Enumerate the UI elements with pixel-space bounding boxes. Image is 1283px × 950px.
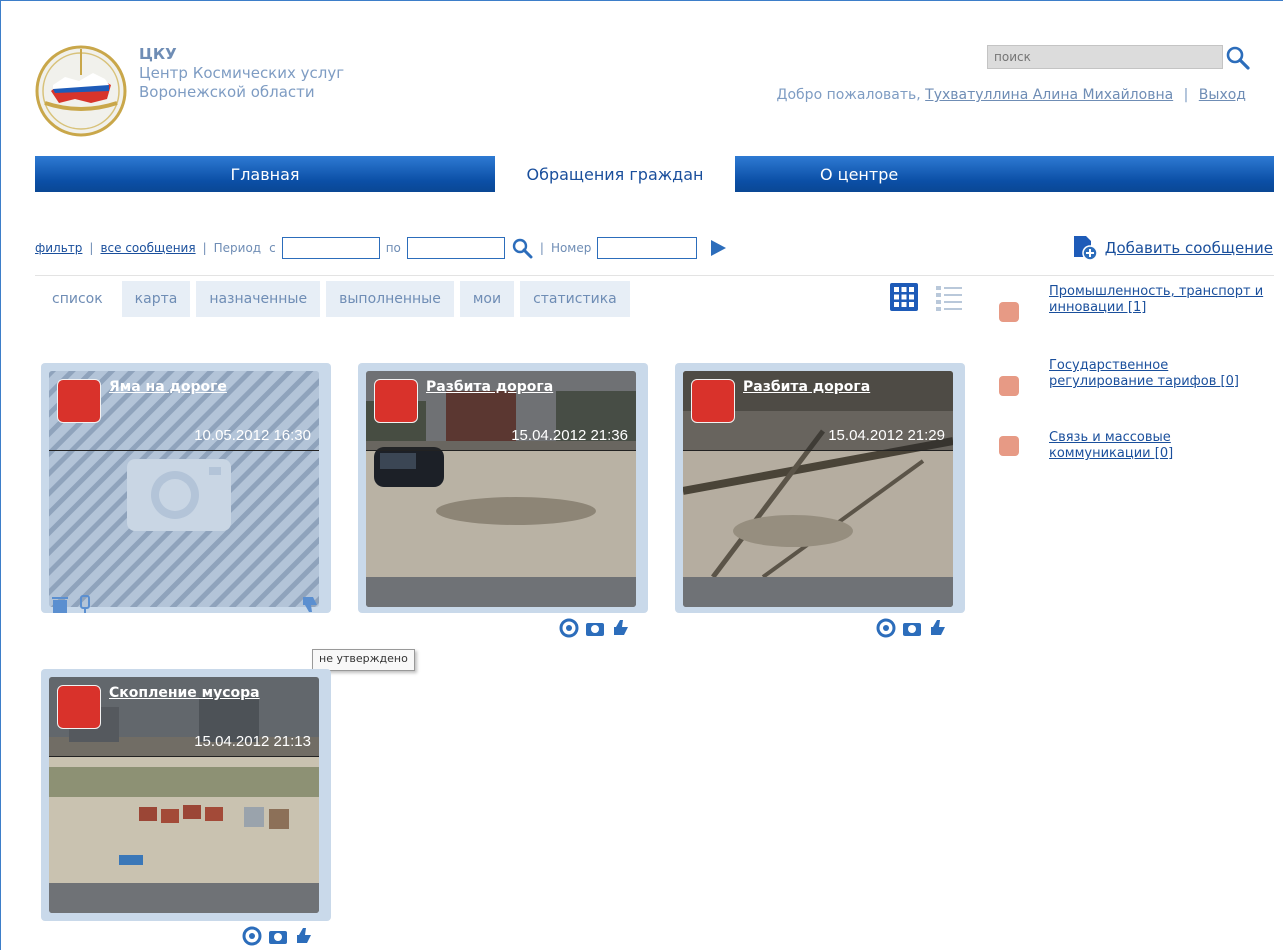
- divider: |: [202, 241, 207, 255]
- period-from-label: с: [269, 241, 276, 255]
- tab-completed[interactable]: выполненные: [326, 281, 454, 317]
- card-body: Скопление мусора 15.04.2012 21:13: [49, 677, 319, 913]
- period-label: Период: [213, 241, 262, 255]
- nav-about[interactable]: О центре: [735, 156, 1274, 192]
- add-message-button[interactable]: Добавить сообщение: [1071, 235, 1273, 261]
- add-document-icon: [1073, 236, 1098, 261]
- search-icon[interactable]: [511, 237, 533, 259]
- add-message-label[interactable]: Добавить сообщение: [1105, 239, 1273, 257]
- period-to-input[interactable]: [406, 237, 505, 259]
- brand-block: ЦКУ Центр Космических услуг Воронежской …: [139, 45, 344, 102]
- category-item[interactable]: Государственное регулирование тарифов [0…: [999, 358, 1269, 422]
- thumbs-up-icon[interactable]: [927, 617, 949, 639]
- card-header: Разбита дорога 15.04.2012 21:36: [366, 371, 636, 451]
- document-icon: [999, 376, 1019, 396]
- category-link[interactable]: Государственное регулирование тарифов [0…: [1049, 358, 1239, 389]
- period-from-input[interactable]: [281, 237, 380, 259]
- message-card[interactable]: Разбита дорога 15.04.2012 21:29: [675, 363, 965, 638]
- pin-icon[interactable]: [75, 593, 97, 615]
- tv-icon: [999, 436, 1019, 456]
- page-frame: ЦКУ Центр Космических услуг Воронежской …: [0, 0, 1283, 950]
- card-actions: [558, 617, 632, 639]
- card-title[interactable]: Скопление мусора: [109, 685, 260, 701]
- divider: |: [1183, 87, 1189, 103]
- card-actions: [241, 925, 315, 947]
- card-title[interactable]: Яма на дороге: [109, 379, 227, 395]
- garbage-icon: [57, 685, 101, 729]
- main-nav: Главная Обращения граждан О центре: [35, 156, 1274, 192]
- brand-line-2: Воронежской области: [139, 83, 315, 101]
- divider: [35, 275, 1274, 276]
- thumbs-down-icon[interactable]: [299, 593, 321, 615]
- filter-link[interactable]: фильтр: [35, 241, 82, 255]
- card-header: Разбита дорога 15.04.2012 21:29: [683, 371, 953, 451]
- welcome-bar: Добро пожаловать, Тухватуллина Алина Мих…: [777, 87, 1246, 103]
- thumbs-up-icon[interactable]: [610, 617, 632, 639]
- divider: |: [539, 241, 544, 255]
- play-arrow-icon[interactable]: [709, 239, 727, 257]
- card-footer: [683, 577, 953, 607]
- card-body: Разбита дорога 15.04.2012 21:36: [366, 371, 636, 607]
- card-title[interactable]: Разбита дорога: [426, 379, 553, 395]
- nav-home[interactable]: Главная: [35, 156, 495, 192]
- road-icon: [374, 379, 418, 423]
- all-messages-link[interactable]: все сообщения: [100, 241, 195, 255]
- grid-view-icon[interactable]: [890, 283, 918, 311]
- card-title[interactable]: Разбита дорога: [743, 379, 870, 395]
- search-input[interactable]: [987, 45, 1223, 69]
- user-profile-link[interactable]: Тухватуллина Алина Михайловна: [925, 87, 1173, 103]
- card-header: Яма на дороге 10.05.2012 16:30: [49, 371, 319, 451]
- card-footer: [366, 577, 636, 607]
- tab-map[interactable]: карта: [121, 281, 191, 317]
- number-label: Номер: [550, 241, 592, 255]
- car-service-icon: [57, 379, 101, 423]
- category-list: Промышленность, транспорт и инновации [1…: [999, 284, 1269, 470]
- number-input[interactable]: [597, 237, 698, 259]
- list-view-icon[interactable]: [934, 283, 964, 313]
- card-actions: [49, 593, 97, 615]
- category-item[interactable]: Связь и массовые коммуникации [0]: [999, 430, 1269, 462]
- card-body: Разбита дорога 15.04.2012 21:29: [683, 371, 953, 607]
- card-header: Скопление мусора 15.04.2012 21:13: [49, 677, 319, 757]
- thumbs-up-icon[interactable]: [293, 925, 315, 947]
- camera-icon[interactable]: [901, 617, 923, 639]
- card-footer: [49, 883, 319, 913]
- message-card[interactable]: Скопление мусора 15.04.2012 21:13: [41, 669, 331, 946]
- camera-icon[interactable]: [584, 617, 606, 639]
- message-card[interactable]: Разбита дорога 15.04.2012 21:36: [358, 363, 648, 638]
- target-icon[interactable]: [875, 617, 897, 639]
- logo-emblem: [35, 45, 127, 137]
- road-icon: [691, 379, 735, 423]
- card-date: 10.05.2012 16:30: [194, 427, 311, 444]
- target-icon[interactable]: [558, 617, 580, 639]
- target-icon[interactable]: [241, 925, 263, 947]
- search-icon[interactable]: [1225, 45, 1251, 71]
- tab-list[interactable]: список: [39, 281, 116, 317]
- period-to-label: по: [385, 241, 401, 255]
- category-item[interactable]: Промышленность, транспорт и инновации [1…: [999, 284, 1269, 350]
- divider: |: [89, 241, 94, 255]
- camera-icon[interactable]: [267, 925, 289, 947]
- view-tabs: список карта назначенные выполненные мои…: [39, 281, 630, 317]
- tooltip: не утверждено: [312, 649, 415, 671]
- nav-citizen-requests[interactable]: Обращения граждан: [495, 156, 735, 192]
- welcome-greeting: Добро пожаловать,: [776, 87, 921, 103]
- brand-line-1: Центр Космических услуг: [139, 64, 345, 82]
- logout-link[interactable]: Выход: [1199, 87, 1246, 103]
- industry-icon: [999, 302, 1019, 322]
- category-link[interactable]: Промышленность, транспорт и инновации [1…: [1049, 284, 1263, 315]
- category-link[interactable]: Связь и массовые коммуникации [0]: [1049, 430, 1173, 461]
- card-date: 15.04.2012 21:13: [194, 733, 311, 750]
- message-card[interactable]: Яма на дороге 10.05.2012 16:30: [41, 363, 331, 613]
- tab-assigned[interactable]: назначенные: [196, 281, 321, 317]
- card-body: Яма на дороге 10.05.2012 16:30: [49, 371, 319, 607]
- tab-statistics[interactable]: статистика: [520, 281, 630, 317]
- trash-icon[interactable]: [49, 593, 71, 615]
- card-date: 15.04.2012 21:36: [511, 427, 628, 444]
- brand-abbr: ЦКУ: [139, 45, 177, 63]
- card-date: 15.04.2012 21:29: [828, 427, 945, 444]
- tab-mine[interactable]: мои: [459, 281, 515, 317]
- card-actions: [875, 617, 949, 639]
